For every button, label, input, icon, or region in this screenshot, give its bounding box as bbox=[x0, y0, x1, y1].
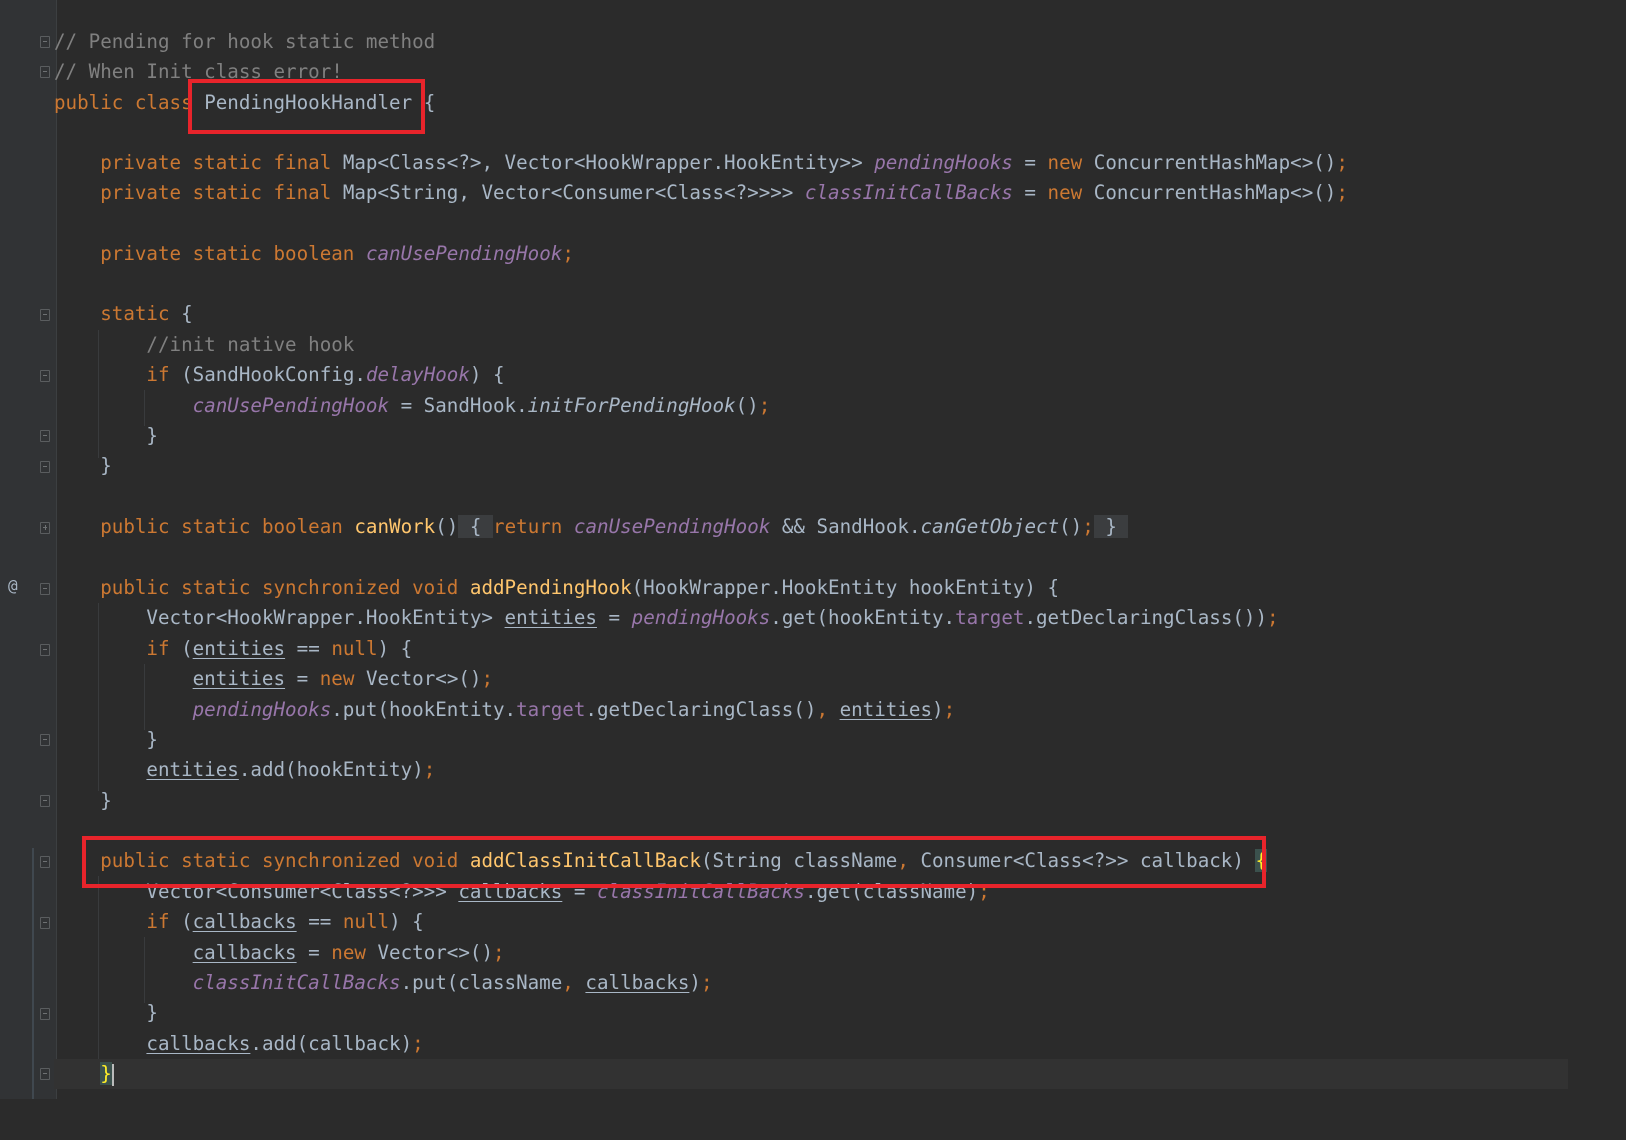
code-line[interactable]: Vector<Consumer<Class<?>>> callbacks = c… bbox=[54, 877, 989, 907]
method-addclassinitcallback[interactable]: public static synchronized void addClass… bbox=[54, 846, 1268, 876]
code-line[interactable]: pendingHooks.put(hookEntity.target.getDe… bbox=[54, 695, 956, 725]
class-name[interactable]: PendingHookHandler bbox=[204, 91, 412, 114]
class-declaration[interactable]: public class PendingHookHandler { bbox=[54, 88, 435, 118]
method-addpendinghook[interactable]: public static synchronized void addPendi… bbox=[54, 573, 1059, 603]
code-line[interactable]: } bbox=[54, 998, 158, 1028]
code-line[interactable]: } bbox=[54, 725, 158, 755]
field-declaration[interactable]: private static final Map<String, Vector<… bbox=[54, 178, 1348, 208]
code-line[interactable]: } bbox=[54, 451, 112, 481]
comment: // Pending for hook static method bbox=[54, 30, 436, 53]
comment: // When Init class error! bbox=[54, 60, 343, 83]
code-line[interactable]: //init native hook bbox=[54, 330, 354, 360]
code-line[interactable]: canUsePendingHook = SandHook.initForPend… bbox=[54, 391, 771, 421]
code-line[interactable]: entities.add(hookEntity); bbox=[54, 755, 435, 785]
code-line[interactable]: callbacks.add(callback); bbox=[54, 1029, 423, 1059]
code-line[interactable]: callbacks = new Vector<>(); bbox=[54, 938, 505, 968]
code-line[interactable]: if (callbacks == null) { bbox=[54, 907, 423, 937]
code-line[interactable]: } bbox=[54, 421, 158, 451]
code-line[interactable]: Vector<HookWrapper.HookEntity> entities … bbox=[54, 603, 1278, 633]
current-line[interactable]: } bbox=[54, 1059, 1568, 1089]
code-line[interactable]: classInitCallBacks.put(className, callba… bbox=[54, 968, 713, 998]
field-declaration[interactable]: private static final Map<Class<?>, Vecto… bbox=[54, 148, 1348, 178]
static-block[interactable]: static { bbox=[54, 299, 192, 329]
code-line[interactable]: if (SandHookConfig.delayHook) { bbox=[54, 360, 504, 390]
comment: //init native hook bbox=[146, 333, 355, 356]
code-line[interactable]: if (entities == null) { bbox=[54, 634, 412, 664]
field-declaration[interactable]: private static boolean canUsePendingHook… bbox=[54, 239, 574, 269]
code-line[interactable]: // When Init class error! bbox=[54, 57, 343, 87]
text-caret bbox=[111, 1063, 114, 1086]
code-line[interactable]: entities = new Vector<>(); bbox=[54, 664, 493, 694]
method-canwork[interactable]: public static boolean canWork() { return… bbox=[54, 512, 1129, 542]
code-editor[interactable]: // Pending for hook static method // Whe… bbox=[0, 0, 1568, 1099]
code-line[interactable]: // Pending for hook static method bbox=[54, 27, 435, 57]
code-line[interactable]: } bbox=[54, 786, 112, 816]
